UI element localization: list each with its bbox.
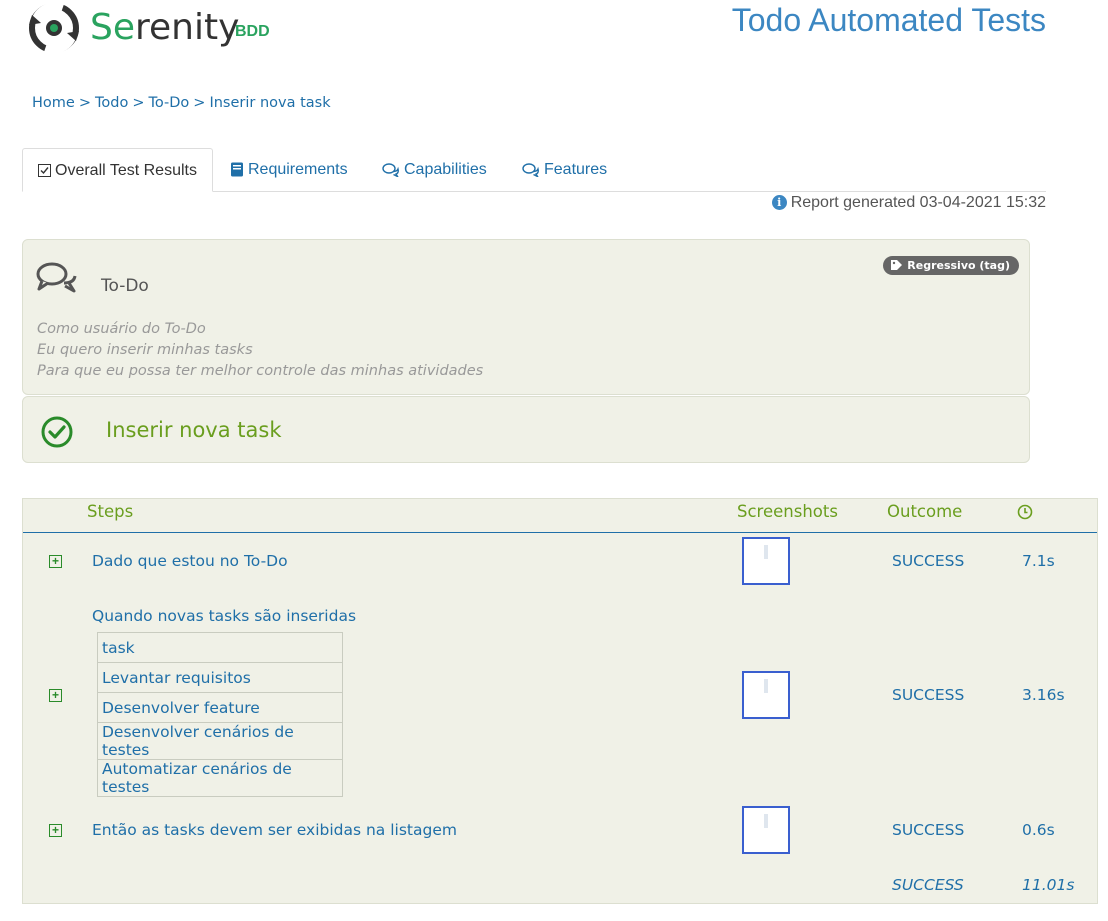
step-text: Então as tasks devem ser exibidas na lis…: [92, 821, 457, 839]
breadcrumb-current: Inserir nova task: [209, 95, 331, 111]
breadcrumb-separator: >: [193, 95, 206, 111]
report-title: Todo Automated Tests: [731, 2, 1046, 38]
breadcrumb-separator: >: [78, 95, 91, 111]
check-circle-icon: [41, 416, 73, 448]
step-duration: 3.16s: [1022, 686, 1065, 704]
total-duration: 11.01s: [1022, 876, 1075, 894]
screenshots-column-header: Screenshots: [737, 502, 838, 521]
data-table-cell: Automatizar cenários de testes: [97, 759, 343, 797]
feature-name: To-Do: [101, 276, 149, 296]
scenario-panel: Inserir nova task: [22, 396, 1030, 463]
screenshot-thumbnail[interactable]: [742, 537, 790, 585]
book-icon: [231, 162, 243, 177]
outcome-column-header: Outcome: [887, 502, 963, 521]
data-table-cell: Levantar requisitos: [97, 662, 343, 693]
tab-label: Requirements: [248, 161, 348, 178]
data-table-cell: Desenvolver cenários de testes: [97, 722, 343, 760]
clock-icon: [1017, 504, 1033, 520]
step-text: Dado que estou no To-Do: [92, 552, 288, 570]
breadcrumb-to-do[interactable]: To-Do: [148, 95, 189, 111]
narrative-line: Para que eu possa ter melhor controle da…: [37, 363, 484, 379]
steps-table-header: Steps Screenshots Outcome: [23, 499, 1097, 533]
tag-badge[interactable]: Regressivo (tag): [883, 256, 1019, 275]
tag-icon: [891, 260, 903, 270]
expand-step-button[interactable]: +: [49, 689, 62, 702]
comments-icon: [522, 163, 539, 177]
breadcrumb-home[interactable]: Home: [32, 95, 75, 111]
scenario-name: Inserir nova task: [106, 418, 282, 442]
tab-label: Overall Test Results: [55, 162, 197, 179]
expand-step-button[interactable]: +: [49, 824, 62, 837]
tab-features[interactable]: Features: [522, 148, 607, 192]
step-data-table: task Levantar requisitos Desenvolver fea…: [97, 632, 343, 797]
steps-table: Steps Screenshots Outcome + Dado que est…: [22, 498, 1098, 904]
step-outcome: SUCCESS: [892, 686, 965, 704]
step-duration: 0.6s: [1022, 821, 1055, 839]
tab-requirements[interactable]: Requirements: [230, 148, 348, 192]
step-duration: 7.1s: [1022, 552, 1055, 570]
tab-overall-test-results[interactable]: Overall Test Results: [22, 148, 213, 192]
data-table-cell: Desenvolver feature: [97, 692, 343, 723]
logo-badge: BDD: [235, 23, 270, 40]
feature-panel: To-Do Regressivo (tag) Como usuário do T…: [22, 239, 1030, 395]
breadcrumb-separator: >: [132, 95, 145, 111]
info-icon: i: [771, 195, 787, 210]
steps-column-header: Steps: [87, 502, 134, 521]
narrative-line: Como usuário do To-Do: [37, 321, 206, 337]
report-generated-text: Report generated 03-04-2021 15:32: [790, 194, 1046, 211]
serenity-logo: Serenity BDD: [27, 1, 277, 57]
tab-capabilities[interactable]: Capabilities: [382, 148, 487, 192]
data-table-cell: task: [97, 632, 343, 663]
checkbox-icon: [38, 164, 51, 178]
report-generated: i Report generated 03-04-2021 15:32: [771, 194, 1046, 212]
logo-wordmark: Serenity: [90, 7, 240, 48]
step-outcome: SUCCESS: [892, 552, 965, 570]
feature-comments-icon: [36, 262, 77, 293]
screenshot-thumbnail[interactable]: [742, 671, 790, 719]
comments-icon: [382, 163, 399, 177]
tab-label: Capabilities: [404, 161, 487, 178]
expand-step-button[interactable]: +: [49, 555, 62, 568]
feature-narrative: Como usuário do To-Do Eu quero inserir m…: [37, 319, 483, 382]
serenity-logo-icon: [29, 1, 79, 55]
tab-label: Features: [544, 161, 608, 178]
report-tabs: Overall Test Results Requirements Capabi…: [22, 148, 1046, 192]
tag-label: Regressivo (tag): [907, 259, 1010, 272]
screenshot-thumbnail[interactable]: [742, 806, 790, 854]
breadcrumb: Home > Todo > To-Do > Inserir nova task: [32, 95, 331, 111]
narrative-line: Eu quero inserir minhas tasks: [37, 342, 253, 358]
total-outcome: SUCCESS: [892, 876, 964, 894]
step-text: Quando novas tasks são inseridas: [92, 607, 357, 625]
step-outcome: SUCCESS: [892, 821, 965, 839]
breadcrumb-todo[interactable]: Todo: [95, 95, 128, 111]
